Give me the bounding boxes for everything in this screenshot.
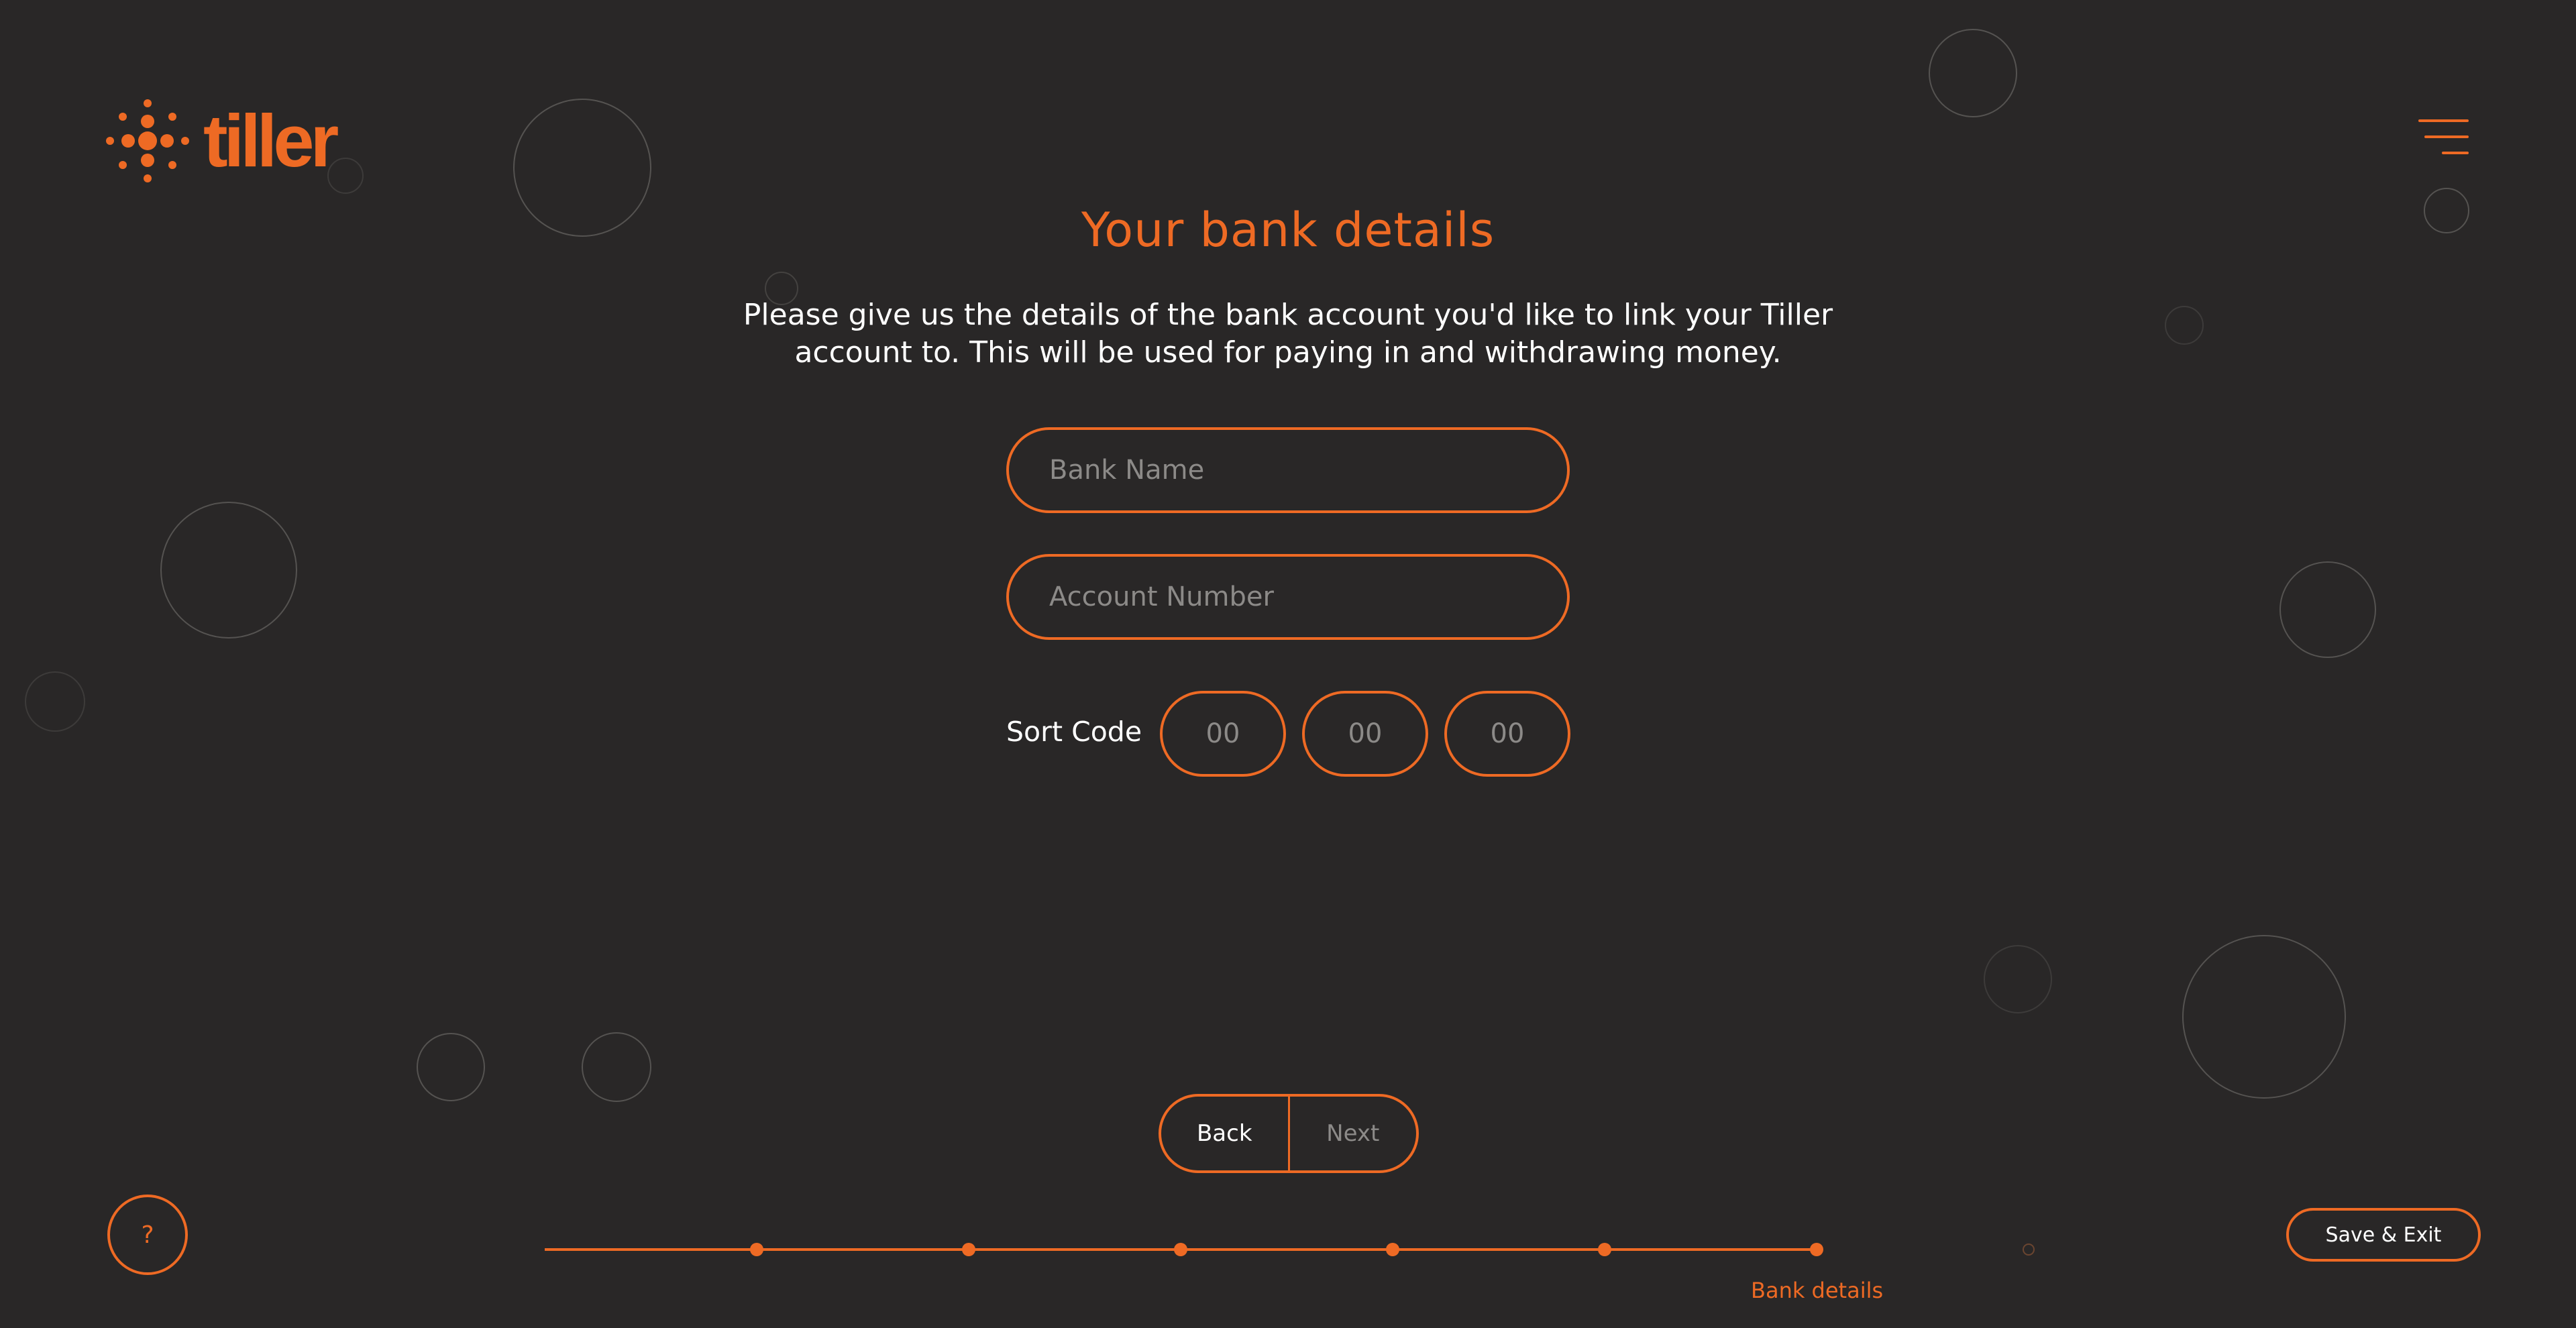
step-navigation: Back Next	[1159, 1094, 1419, 1173]
hamburger-menu-icon[interactable]	[2418, 119, 2469, 157]
sparkle-dots-logo-icon	[106, 99, 189, 182]
sort-code-input-2[interactable]	[1302, 691, 1428, 777]
sort-code-input-3[interactable]	[1444, 691, 1570, 777]
page-title: Your bank details	[1081, 203, 1495, 258]
sort-code-input-1[interactable]	[1160, 691, 1286, 777]
progress-step-4	[1386, 1243, 1399, 1256]
page-intro: Please give us the details of the bank a…	[743, 298, 1833, 370]
progress-step-1	[750, 1243, 763, 1256]
progress-step-2	[962, 1243, 975, 1256]
progress-step-6	[1810, 1243, 1823, 1256]
bank-name-input[interactable]	[1006, 427, 1570, 513]
account-number-input[interactable]	[1006, 554, 1570, 640]
help-button[interactable]: ?	[107, 1195, 188, 1275]
logo-wordmark: tiller	[203, 99, 339, 182]
tiller-logo[interactable]: tiller	[104, 93, 339, 190]
progress-tracker	[545, 1243, 2035, 1256]
save-exit-button[interactable]: Save & Exit	[2286, 1208, 2481, 1262]
progress-step-3	[1174, 1243, 1187, 1256]
sort-code-label: Sort Code	[1006, 716, 1142, 748]
current-step-label: Bank details	[1751, 1278, 1884, 1303]
progress-step-5	[1598, 1243, 1611, 1256]
back-button[interactable]: Back	[1161, 1097, 1288, 1170]
next-button[interactable]: Next	[1290, 1097, 1417, 1170]
